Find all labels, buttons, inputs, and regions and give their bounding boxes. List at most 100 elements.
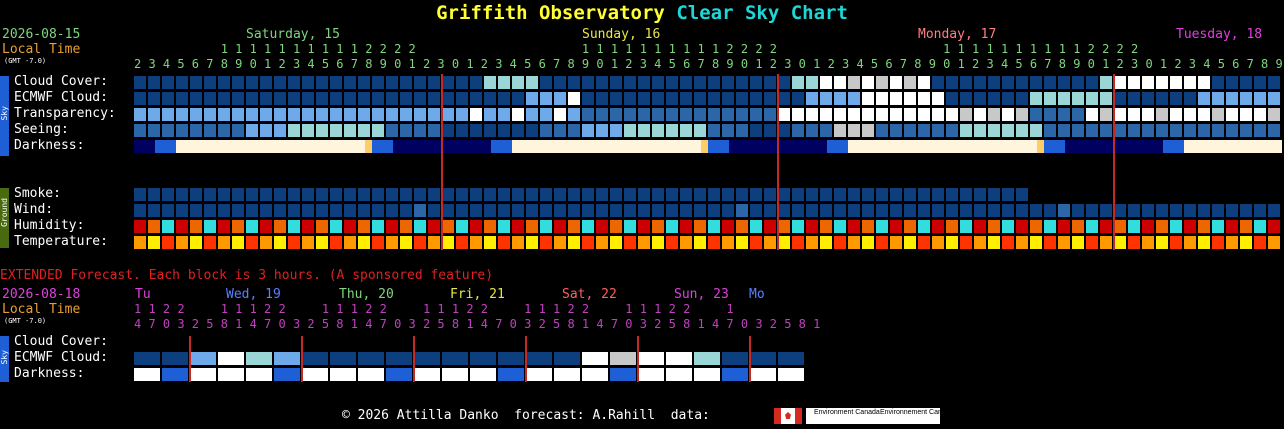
ecmwf-cloud-block[interactable] bbox=[484, 92, 496, 105]
row-label-temperature[interactable]: Temperature: bbox=[14, 234, 108, 249]
darkness-block[interactable] bbox=[1163, 140, 1170, 153]
smoke-block[interactable] bbox=[414, 188, 426, 201]
ecmwf-cloud-block[interactable] bbox=[806, 92, 818, 105]
seeing-block[interactable] bbox=[1030, 124, 1042, 137]
ecmwf-cloud-block[interactable] bbox=[974, 92, 986, 105]
humidity-block[interactable] bbox=[834, 220, 846, 233]
wind-block[interactable] bbox=[470, 204, 482, 217]
transparency-block[interactable] bbox=[1086, 108, 1098, 121]
darkness-block[interactable] bbox=[1219, 140, 1226, 153]
ecmwf-cloud-block[interactable] bbox=[1058, 92, 1070, 105]
transparency-block[interactable] bbox=[694, 108, 706, 121]
ecmwf-cloud-block[interactable] bbox=[1044, 92, 1056, 105]
darkness-block[interactable] bbox=[1023, 140, 1030, 153]
smoke-block[interactable] bbox=[134, 188, 146, 201]
darkness-block[interactable] bbox=[1016, 140, 1023, 153]
smoke-block[interactable] bbox=[330, 188, 342, 201]
cloud-cover-block[interactable] bbox=[652, 76, 664, 89]
wind-block[interactable] bbox=[1016, 204, 1028, 217]
ext-darkness-block[interactable] bbox=[218, 368, 244, 381]
transparency-block[interactable] bbox=[1002, 108, 1014, 121]
ecmwf-cloud-block[interactable] bbox=[302, 92, 314, 105]
smoke-block[interactable] bbox=[260, 188, 272, 201]
ext-ecmwf-block[interactable] bbox=[442, 352, 468, 365]
transparency-block[interactable] bbox=[848, 108, 860, 121]
darkness-block[interactable] bbox=[673, 140, 680, 153]
smoke-block[interactable] bbox=[526, 188, 538, 201]
humidity-block[interactable] bbox=[246, 220, 258, 233]
wind-block[interactable] bbox=[624, 204, 636, 217]
temperature-block[interactable] bbox=[1212, 236, 1224, 249]
temperature-block[interactable] bbox=[638, 236, 650, 249]
seeing-block[interactable] bbox=[498, 124, 510, 137]
humidity-block[interactable] bbox=[554, 220, 566, 233]
darkness-block[interactable] bbox=[239, 140, 246, 153]
darkness-block[interactable] bbox=[1191, 140, 1198, 153]
darkness-block[interactable] bbox=[1135, 140, 1142, 153]
darkness-block[interactable] bbox=[939, 140, 946, 153]
humidity-block[interactable] bbox=[946, 220, 958, 233]
seeing-block[interactable] bbox=[1226, 124, 1238, 137]
smoke-block[interactable] bbox=[876, 188, 888, 201]
cloud-cover-block[interactable] bbox=[862, 76, 874, 89]
smoke-block[interactable] bbox=[512, 188, 524, 201]
darkness-block[interactable] bbox=[806, 140, 813, 153]
darkness-block[interactable] bbox=[820, 140, 827, 153]
ecmwf-cloud-block[interactable] bbox=[372, 92, 384, 105]
wind-block[interactable] bbox=[1268, 204, 1280, 217]
ecmwf-cloud-block[interactable] bbox=[344, 92, 356, 105]
darkness-block[interactable] bbox=[883, 140, 890, 153]
smoke-block[interactable] bbox=[470, 188, 482, 201]
transparency-block[interactable] bbox=[750, 108, 762, 121]
darkness-block[interactable] bbox=[302, 140, 309, 153]
ecmwf-cloud-block[interactable] bbox=[1072, 92, 1084, 105]
temperature-block[interactable] bbox=[456, 236, 468, 249]
smoke-block[interactable] bbox=[666, 188, 678, 201]
transparency-block[interactable] bbox=[1268, 108, 1280, 121]
ext-darkness-block[interactable] bbox=[750, 368, 776, 381]
cloud-cover-block[interactable] bbox=[1086, 76, 1098, 89]
darkness-block[interactable] bbox=[1177, 140, 1184, 153]
darkness-block[interactable] bbox=[155, 140, 162, 153]
darkness-block[interactable] bbox=[211, 140, 218, 153]
humidity-block[interactable] bbox=[218, 220, 230, 233]
ecmwf-cloud-block[interactable] bbox=[1128, 92, 1140, 105]
seeing-block[interactable] bbox=[596, 124, 608, 137]
smoke-block[interactable] bbox=[918, 188, 930, 201]
ext-ecmwf-block[interactable] bbox=[302, 352, 328, 365]
darkness-block[interactable] bbox=[323, 140, 330, 153]
ecmwf-cloud-block[interactable] bbox=[1002, 92, 1014, 105]
seeing-block[interactable] bbox=[834, 124, 846, 137]
darkness-block[interactable] bbox=[484, 140, 491, 153]
darkness-block[interactable] bbox=[918, 140, 925, 153]
ecmwf-cloud-block[interactable] bbox=[1100, 92, 1112, 105]
temperature-block[interactable] bbox=[694, 236, 706, 249]
wind-block[interactable] bbox=[904, 204, 916, 217]
cloud-cover-block[interactable] bbox=[442, 76, 454, 89]
temperature-block[interactable] bbox=[778, 236, 790, 249]
row-label-darkness[interactable]: Darkness: bbox=[14, 138, 84, 153]
darkness-block[interactable] bbox=[372, 140, 379, 153]
cloud-cover-block[interactable] bbox=[582, 76, 594, 89]
transparency-block[interactable] bbox=[652, 108, 664, 121]
humidity-block[interactable] bbox=[1114, 220, 1126, 233]
ecmwf-cloud-block[interactable] bbox=[638, 92, 650, 105]
darkness-block[interactable] bbox=[687, 140, 694, 153]
wind-block[interactable] bbox=[1086, 204, 1098, 217]
humidity-block[interactable] bbox=[722, 220, 734, 233]
ecmwf-cloud-block[interactable] bbox=[442, 92, 454, 105]
wind-block[interactable] bbox=[750, 204, 762, 217]
transparency-block[interactable] bbox=[1072, 108, 1084, 121]
darkness-block[interactable] bbox=[246, 140, 253, 153]
ecmwf-cloud-block[interactable] bbox=[848, 92, 860, 105]
darkness-block[interactable] bbox=[897, 140, 904, 153]
seeing-block[interactable] bbox=[442, 124, 454, 137]
environment-canada-logo[interactable]: Environment Canada Environnement Canada bbox=[806, 408, 954, 424]
ecmwf-cloud-block[interactable] bbox=[1030, 92, 1042, 105]
ecmwf-cloud-block[interactable] bbox=[316, 92, 328, 105]
smoke-block[interactable] bbox=[162, 188, 174, 201]
ext-darkness-block[interactable] bbox=[582, 368, 608, 381]
temperature-block[interactable] bbox=[1002, 236, 1014, 249]
darkness-block[interactable] bbox=[1065, 140, 1072, 153]
temperature-block[interactable] bbox=[498, 236, 510, 249]
